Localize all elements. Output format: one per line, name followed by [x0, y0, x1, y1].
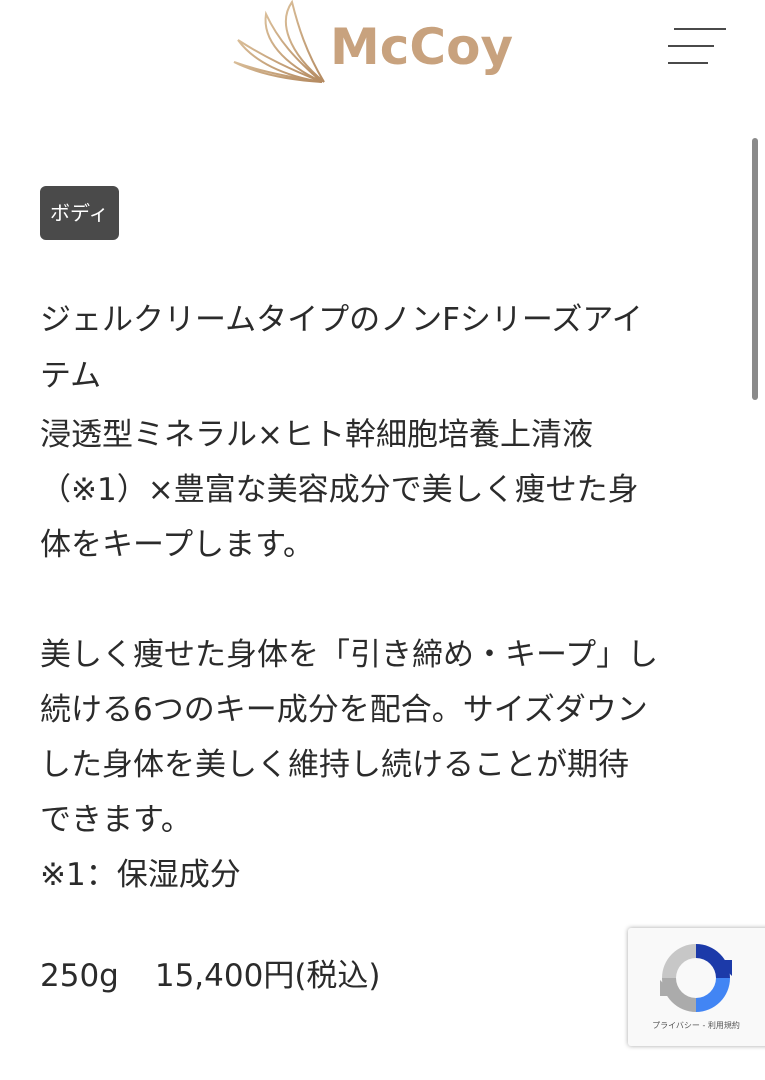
size-price: 250g 15,400円(税込) — [40, 949, 720, 1004]
site-header: McCoy — [0, 0, 765, 100]
product-content: ボディ ジェルクリームタイプのノンFシリーズアイ テム 浸透型ミネラル×ヒト幹細… — [40, 186, 720, 1004]
recaptcha-links[interactable]: プライバシー - 利用規約 — [628, 1020, 764, 1031]
category-badge[interactable]: ボディ — [40, 186, 119, 240]
footnote: ※1：保湿成分 — [40, 857, 241, 893]
menu-line — [668, 62, 708, 64]
product-size: 250g — [40, 958, 119, 994]
recaptcha-badge[interactable]: プライバシー - 利用規約 — [628, 928, 765, 1046]
feature-line: 美しく痩せた身体を「引き締め・キープ」し — [40, 637, 659, 673]
hamburger-menu-button[interactable] — [664, 24, 726, 70]
page: McCoy ボディ ジェルクリームタイプのノンFシリーズアイ テム 浸透型ミネラ… — [0, 0, 765, 1080]
feature-line: できます。 — [40, 802, 192, 838]
recaptcha-icon — [660, 944, 732, 1012]
feature-line: した身体を美しく維持し続けることが期待 — [40, 747, 629, 783]
hamburger-menu-icon — [674, 28, 726, 30]
description-line: 体をキープします。 — [40, 527, 315, 563]
product-description: 浸透型ミネラル×ヒト幹細胞培養上清液 （※1）×豊富な美容成分で美しく痩せた身 … — [40, 408, 720, 903]
title-line: テム — [40, 358, 102, 394]
menu-line — [668, 45, 714, 47]
title-line: ジェルクリームタイプのノンFシリーズアイ — [40, 302, 643, 338]
description-line: （※1）×豊富な美容成分で美しく痩せた身 — [40, 472, 639, 508]
product-title: ジェルクリームタイプのノンFシリーズアイ テム — [40, 292, 720, 404]
feature-line: 続ける6つのキー成分を配合。サイズダウン — [40, 692, 648, 728]
description-line: 浸透型ミネラル×ヒト幹細胞培養上清液 — [40, 417, 593, 453]
product-price: 15,400円(税込) — [154, 958, 381, 994]
logo-wordmark: McCoy — [330, 18, 514, 76]
site-logo[interactable]: McCoy — [232, 0, 542, 90]
vertical-scrollbar[interactable] — [752, 138, 758, 400]
leaf-logo-icon — [233, 0, 325, 83]
